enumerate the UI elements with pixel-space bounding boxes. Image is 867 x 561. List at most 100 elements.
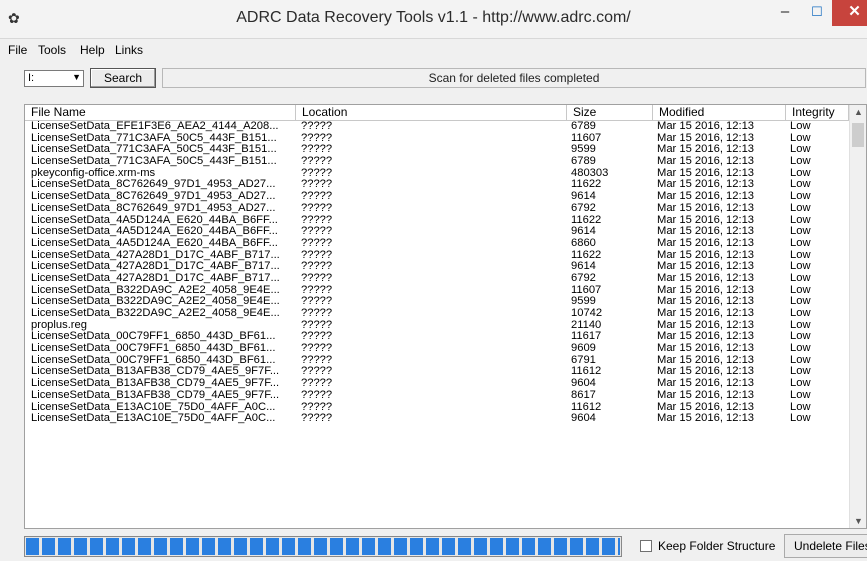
location-cell: ????? bbox=[301, 121, 333, 132]
table-row[interactable]: LicenseSetData_00C79FF1_6850_443D_BF61..… bbox=[25, 331, 849, 343]
size-cell: 8617 bbox=[571, 389, 596, 401]
size-cell: 21140 bbox=[571, 319, 602, 331]
modified-cell: Mar 15 2016, 12:13 bbox=[657, 296, 755, 308]
column-header-file-name[interactable]: File Name bbox=[25, 105, 296, 121]
location-cell: ????? bbox=[301, 284, 333, 296]
size-cell: 11607 bbox=[571, 284, 602, 296]
location-cell: ????? bbox=[301, 343, 333, 355]
modified-cell: Mar 15 2016, 12:13 bbox=[657, 272, 755, 284]
vertical-scrollbar[interactable]: ▲ ▼ bbox=[849, 105, 866, 528]
location-cell: ????? bbox=[301, 191, 333, 203]
integrity-cell: Low bbox=[790, 226, 811, 238]
menu-tools[interactable]: Tools bbox=[38, 43, 66, 57]
table-row[interactable]: LicenseSetData_4A5D124A_E620_44BA_B6FF..… bbox=[25, 226, 849, 238]
table-row[interactable]: LicenseSetData_771C3AFA_50C5_443F_B151..… bbox=[25, 133, 849, 145]
integrity-cell: Low bbox=[790, 354, 811, 366]
table-row[interactable]: LicenseSetData_E13AC10E_75D0_4AFF_A0C...… bbox=[25, 413, 849, 425]
modified-cell: Mar 15 2016, 12:13 bbox=[657, 308, 755, 319]
table-row[interactable]: LicenseSetData_427A28D1_D17C_4ABF_B717..… bbox=[25, 273, 849, 285]
table-row[interactable]: LicenseSetData_00C79FF1_6850_443D_BF61..… bbox=[25, 355, 849, 367]
column-header-integrity[interactable]: Integrity bbox=[786, 105, 849, 121]
location-cell: ????? bbox=[301, 296, 333, 308]
integrity-cell: Low bbox=[790, 272, 811, 284]
file-name-cell: LicenseSetData_EFE1F3E6_AEA2_4144_A208..… bbox=[31, 121, 279, 132]
modified-cell: Mar 15 2016, 12:13 bbox=[657, 389, 755, 401]
modified-cell: Mar 15 2016, 12:13 bbox=[657, 191, 755, 203]
modified-cell: Mar 15 2016, 12:13 bbox=[657, 237, 755, 249]
scroll-thumb[interactable] bbox=[852, 123, 864, 147]
integrity-cell: Low bbox=[790, 284, 811, 296]
table-row[interactable]: LicenseSetData_B13AFB38_CD79_4AE5_9F7F..… bbox=[25, 390, 849, 402]
size-cell: 6791 bbox=[571, 354, 596, 366]
modified-cell: Mar 15 2016, 12:13 bbox=[657, 226, 755, 238]
table-row[interactable]: LicenseSetData_427A28D1_D17C_4ABF_B717..… bbox=[25, 250, 849, 262]
table-row[interactable]: LicenseSetData_8C762649_97D1_4953_AD27..… bbox=[25, 191, 849, 203]
table-row[interactable]: LicenseSetData_E13AC10E_75D0_4AFF_A0C...… bbox=[25, 402, 849, 414]
table-row[interactable]: LicenseSetData_427A28D1_D17C_4ABF_B717..… bbox=[25, 261, 849, 273]
column-header-modified[interactable]: Modified bbox=[653, 105, 786, 121]
modified-cell: Mar 15 2016, 12:13 bbox=[657, 179, 755, 191]
drive-select[interactable]: I: ▼ bbox=[24, 70, 84, 87]
modified-cell: Mar 15 2016, 12:13 bbox=[657, 249, 755, 261]
size-cell: 9609 bbox=[571, 343, 596, 355]
integrity-cell: Low bbox=[790, 389, 811, 401]
table-row[interactable]: LicenseSetData_00C79FF1_6850_443D_BF61..… bbox=[25, 343, 849, 355]
modified-cell: Mar 15 2016, 12:13 bbox=[657, 319, 755, 331]
integrity-cell: Low bbox=[790, 202, 811, 214]
table-row[interactable]: LicenseSetData_8C762649_97D1_4953_AD27..… bbox=[25, 179, 849, 191]
size-cell: 11622 bbox=[571, 249, 602, 261]
column-header-size[interactable]: Size bbox=[567, 105, 653, 121]
keep-folder-label[interactable]: Keep Folder Structure bbox=[658, 539, 775, 553]
size-cell: 6860 bbox=[571, 237, 596, 249]
window-title: ADRC Data Recovery Tools v1.1 - http://w… bbox=[236, 9, 631, 26]
table-row[interactable]: LicenseSetData_4A5D124A_E620_44BA_B6FF..… bbox=[25, 215, 849, 227]
location-cell: ????? bbox=[301, 366, 333, 378]
column-header-location[interactable]: Location bbox=[296, 105, 567, 121]
keep-folder-checkbox[interactable] bbox=[640, 540, 652, 552]
scroll-up-icon[interactable]: ▲ bbox=[854, 107, 863, 117]
location-cell: ????? bbox=[301, 401, 333, 413]
modified-cell: Mar 15 2016, 12:13 bbox=[657, 284, 755, 296]
modified-cell: Mar 15 2016, 12:13 bbox=[657, 121, 755, 132]
table-row[interactable]: LicenseSetData_EFE1F3E6_AEA2_4144_A208..… bbox=[25, 121, 849, 133]
table-row[interactable]: LicenseSetData_B322DA9C_A2E2_4058_9E4E..… bbox=[25, 285, 849, 297]
scroll-down-icon[interactable]: ▼ bbox=[854, 516, 863, 526]
table-row[interactable]: LicenseSetData_771C3AFA_50C5_443F_B151..… bbox=[25, 144, 849, 156]
integrity-cell: Low bbox=[790, 214, 811, 226]
size-cell: 11612 bbox=[571, 366, 602, 378]
file-name-cell: LicenseSetData_B13AFB38_CD79_4AE5_9F7F..… bbox=[31, 366, 280, 378]
maximize-button[interactable]: ☐ bbox=[802, 0, 832, 26]
file-name-cell: LicenseSetData_427A28D1_D17C_4ABF_B717..… bbox=[31, 261, 280, 273]
menu-file[interactable]: File bbox=[8, 43, 27, 57]
integrity-cell: Low bbox=[790, 366, 811, 378]
table-row[interactable]: LicenseSetData_B13AFB38_CD79_4AE5_9F7F..… bbox=[25, 378, 849, 390]
table-row[interactable]: LicenseSetData_8C762649_97D1_4953_AD27..… bbox=[25, 203, 849, 215]
table-row[interactable]: LicenseSetData_771C3AFA_50C5_443F_B151..… bbox=[25, 156, 849, 168]
location-cell: ????? bbox=[301, 202, 333, 214]
table-row[interactable]: LicenseSetData_B322DA9C_A2E2_4058_9E4E..… bbox=[25, 308, 849, 320]
table-row[interactable]: pkeyconfig-office.xrm-ms????? 480303 Mar 1… bbox=[25, 168, 849, 180]
file-rows: LicenseSetData_EFE1F3E6_AEA2_4144_A208..… bbox=[25, 121, 849, 425]
modified-cell: Mar 15 2016, 12:13 bbox=[657, 343, 755, 355]
file-name-cell: LicenseSetData_4A5D124A_E620_44BA_B6FF..… bbox=[31, 214, 278, 226]
size-cell: 9604 bbox=[571, 378, 596, 390]
table-row[interactable]: proplus.reg????? 21140 Mar 15 2016, 12:13 L… bbox=[25, 320, 849, 332]
size-cell: 10742 bbox=[571, 308, 603, 319]
menu-help[interactable]: Help bbox=[80, 43, 105, 57]
file-name-cell: LicenseSetData_B322DA9C_A2E2_4058_9E4E..… bbox=[31, 296, 280, 308]
undelete-files-button[interactable]: Undelete Files bbox=[784, 534, 867, 558]
search-button[interactable]: Search bbox=[90, 68, 156, 88]
integrity-cell: Low bbox=[790, 413, 811, 425]
close-button[interactable]: ✕ bbox=[832, 0, 867, 26]
integrity-cell: Low bbox=[790, 308, 811, 319]
chevron-down-icon[interactable]: ▼ bbox=[72, 72, 81, 82]
table-row[interactable]: LicenseSetData_B13AFB38_CD79_4AE5_9F7F..… bbox=[25, 366, 849, 378]
file-name-cell: LicenseSetData_00C79FF1_6850_443D_BF61..… bbox=[31, 354, 276, 366]
menu-links[interactable]: Links bbox=[115, 43, 143, 57]
table-row[interactable]: LicenseSetData_B322DA9C_A2E2_4058_9E4E..… bbox=[25, 296, 849, 308]
file-list[interactable]: File Name Location Size Modified Integri… bbox=[24, 104, 867, 529]
minimize-button[interactable]: – bbox=[768, 0, 802, 26]
size-cell: 9599 bbox=[571, 296, 596, 308]
table-row[interactable]: LicenseSetData_4A5D124A_E620_44BA_B6FF..… bbox=[25, 238, 849, 250]
integrity-cell: Low bbox=[790, 179, 811, 191]
